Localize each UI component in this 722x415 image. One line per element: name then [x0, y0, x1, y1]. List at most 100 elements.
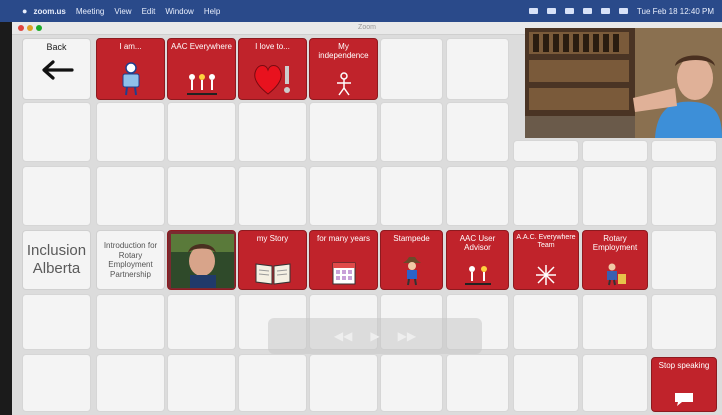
empty-cell[interactable] — [582, 140, 648, 162]
advisor-icon — [464, 266, 491, 285]
button-my-independence[interactable]: My independence — [309, 38, 378, 100]
close-window-icon[interactable] — [18, 25, 24, 31]
empty-cell[interactable] — [96, 166, 165, 226]
empty-cell[interactable] — [309, 354, 378, 412]
play-icon[interactable]: ▶ — [370, 329, 379, 343]
minimize-window-icon[interactable] — [27, 25, 33, 31]
menu-help[interactable]: Help — [204, 7, 220, 16]
empty-cell[interactable] — [238, 166, 307, 226]
button-label: Stampede — [393, 234, 430, 243]
button-stampede[interactable]: Stampede — [380, 230, 443, 290]
empty-cell[interactable] — [167, 354, 236, 412]
empty-cell[interactable] — [96, 354, 165, 412]
empty-cell[interactable] — [22, 102, 91, 162]
button-rotary-employment[interactable]: Rotary Employment — [582, 230, 648, 290]
button-introduction[interactable]: Introduction for Rotary Employment Partn… — [96, 230, 165, 290]
button-photo[interactable] — [167, 230, 236, 290]
empty-cell[interactable] — [513, 166, 579, 226]
button-label: Inclusion Alberta — [26, 242, 87, 277]
wifi-icon[interactable] — [582, 8, 592, 14]
empty-cell[interactable] — [513, 294, 579, 350]
empty-cell[interactable] — [380, 102, 443, 162]
menu-view[interactable]: View — [114, 7, 131, 16]
clock[interactable]: Tue Feb 18 12:40 PM — [637, 7, 714, 16]
empty-cell[interactable] — [446, 354, 509, 412]
back-label: Back — [46, 42, 67, 52]
empty-cell[interactable] — [513, 354, 579, 412]
group-icon — [186, 74, 217, 95]
speech-bubble-icon — [675, 393, 693, 406]
fast-forward-icon[interactable]: ▶▶ — [398, 329, 416, 343]
button-aac-everywhere[interactable]: AAC Everywhere — [167, 38, 236, 100]
button-i-am[interactable]: I am... — [96, 38, 165, 100]
empty-cell[interactable] — [582, 354, 648, 412]
empty-cell[interactable] — [22, 294, 91, 350]
menu-bar: ● zoom.us Meeting View Edit Window Help … — [0, 0, 722, 22]
button-for-many-years[interactable]: for many years — [309, 230, 378, 290]
button-aac-user-advisor[interactable]: AAC User Advisor — [446, 230, 509, 290]
battery-icon[interactable] — [564, 8, 574, 14]
empty-cell[interactable] — [513, 140, 579, 162]
button-label: Introduction for Rotary Employment Partn… — [103, 241, 158, 279]
search-icon[interactable] — [600, 8, 610, 14]
empty-cell[interactable] — [651, 294, 717, 350]
empty-cell[interactable] — [380, 166, 443, 226]
empty-cell[interactable] — [238, 102, 307, 162]
cloud-icon[interactable] — [528, 8, 538, 14]
empty-cell[interactable] — [446, 38, 509, 100]
button-i-love-to[interactable]: I love to... — [238, 38, 307, 100]
menu-edit[interactable]: Edit — [142, 7, 156, 16]
stick-figure-icon — [336, 72, 351, 96]
empty-cell[interactable] — [309, 102, 378, 162]
empty-cell[interactable] — [582, 294, 648, 350]
webcam-overlay — [525, 28, 722, 138]
team-icon — [536, 265, 556, 285]
button-label: AAC User Advisor — [459, 234, 496, 252]
button-label: my Story — [256, 234, 289, 243]
menu-app-name[interactable]: zoom.us — [33, 7, 65, 16]
button-label: Stop speaking — [658, 361, 710, 370]
video-controls: ◀◀ ▶ ▶▶ — [268, 318, 482, 354]
empty-cell[interactable] — [582, 166, 648, 226]
book-icon — [255, 263, 290, 285]
empty-cell[interactable] — [309, 166, 378, 226]
worker-icon — [607, 263, 626, 286]
empty-cell[interactable] — [651, 140, 717, 162]
empty-cell[interactable] — [22, 166, 91, 226]
empty-cell[interactable] — [167, 166, 236, 226]
calendar-icon — [332, 262, 355, 285]
button-label: for many years — [317, 234, 370, 243]
button-inclusion-alberta[interactable]: Inclusion Alberta — [22, 230, 91, 290]
empty-cell[interactable] — [446, 102, 509, 162]
empty-cell[interactable] — [167, 294, 236, 350]
button-my-story[interactable]: my Story — [238, 230, 307, 290]
empty-cell[interactable] — [651, 166, 717, 226]
button-label: A.A.C. Everywhere Team — [516, 234, 576, 249]
zoom-window-icon[interactable] — [36, 25, 42, 31]
empty-cell[interactable] — [96, 102, 165, 162]
empty-cell[interactable] — [446, 166, 509, 226]
empty-cell[interactable] — [22, 354, 91, 412]
apple-icon[interactable]: ● — [22, 6, 27, 16]
empty-cell[interactable] — [238, 354, 307, 412]
button-label: I am... — [119, 42, 142, 51]
back-button[interactable]: Back — [22, 38, 91, 100]
button-aac-everywhere-team[interactable]: A.A.C. Everywhere Team — [513, 230, 579, 290]
rewind-icon[interactable]: ◀◀ — [334, 329, 352, 343]
empty-cell[interactable] — [167, 102, 236, 162]
menu-meeting[interactable]: Meeting — [76, 7, 104, 16]
stop-speaking-button[interactable]: Stop speaking — [651, 357, 717, 412]
button-label: Rotary Employment — [592, 234, 638, 252]
status-area: Tue Feb 18 12:40 PM — [528, 0, 714, 22]
menu-window[interactable]: Window — [165, 7, 193, 16]
bluetooth-icon[interactable] — [546, 8, 556, 14]
empty-cell[interactable] — [96, 294, 165, 350]
webcam-video — [525, 28, 722, 138]
button-label: My independence — [318, 42, 369, 60]
cowboy-icon — [402, 257, 421, 286]
empty-cell[interactable] — [380, 354, 443, 412]
window-title: Zoom — [358, 24, 376, 31]
empty-cell[interactable] — [380, 38, 443, 100]
control-center-icon[interactable] — [618, 8, 628, 14]
empty-cell[interactable] — [651, 230, 717, 290]
